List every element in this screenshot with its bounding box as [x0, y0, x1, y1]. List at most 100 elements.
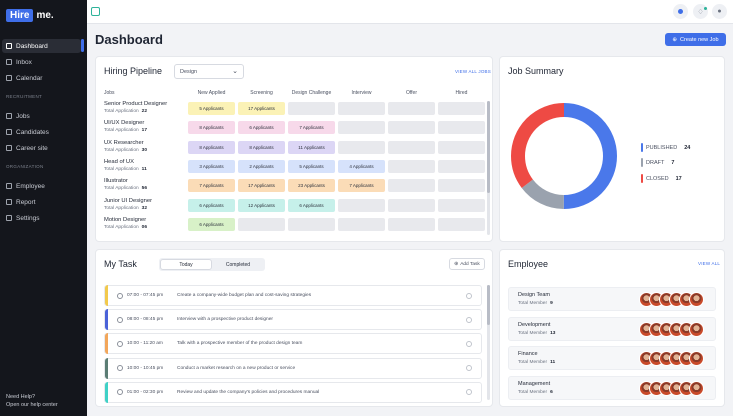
applicants-cell[interactable]: 23 Applicants: [288, 179, 335, 193]
logo[interactable]: Hire me.: [6, 9, 54, 22]
logo-box: Hire: [6, 9, 34, 22]
stage-header-new-applied: New Applied: [197, 90, 226, 96]
group-total-value: 6: [550, 389, 553, 395]
group-total-label: Total Member: [518, 389, 548, 395]
applicants-cell[interactable]: 6 Applicants: [188, 217, 235, 231]
globe-icon: [6, 145, 12, 151]
gear-icon: [6, 215, 12, 221]
sidebar-item-label: Employee: [16, 182, 45, 190]
notifications-button[interactable]: ♢: [693, 4, 708, 19]
applicants-cell[interactable]: 5 Applicants: [288, 159, 335, 173]
job-title: UX Researcher: [104, 139, 144, 146]
employee-view-all-link[interactable]: VIEW ALL: [698, 261, 720, 266]
task-item[interactable]: 07:00 - 07:45 pm Create a company-wide bu…: [104, 285, 482, 306]
empty-cell: [438, 121, 485, 135]
task-item[interactable]: 10:00 - 10:45 pm Conduct a market researc…: [104, 357, 482, 379]
create-job-button[interactable]: ⊕ Create new Job: [665, 33, 726, 46]
notification-dot: [704, 7, 707, 10]
job-row[interactable]: Motion Designer Total Application 06: [104, 217, 147, 230]
task-time: 01:00 - 02:30 pm: [127, 389, 164, 395]
group-total: Total Member 9: [518, 301, 553, 306]
avatar-stack: [639, 321, 704, 337]
task-item[interactable]: 10:00 - 11:20 am Talk with a prospective …: [104, 333, 482, 355]
applicants-cell[interactable]: 4 Applicants: [338, 159, 385, 173]
sidebar-item-employee[interactable]: Employee: [2, 179, 81, 193]
applicants-cell[interactable]: 8 Applicants: [188, 140, 235, 154]
job-summary-donut-chart: [511, 103, 617, 209]
applicants-cell[interactable]: 2 Applicants: [238, 159, 285, 173]
task-scrollbar-thumb[interactable]: [487, 285, 490, 325]
employee-group[interactable]: Development Total Member 13: [508, 316, 716, 341]
profile-button[interactable]: ●: [712, 4, 727, 19]
applicants-cell[interactable]: 7 Applicants: [338, 179, 385, 193]
employee-icon: [6, 183, 12, 189]
applicants-cell[interactable]: 6 Applicants: [288, 198, 335, 212]
sidebar-toggle-icon[interactable]: [91, 7, 100, 16]
job-row[interactable]: Head of UX Total Application 11: [104, 159, 147, 172]
stage-header-design-challenge: Design Challenge: [291, 90, 332, 96]
job-total: Total Application 56: [104, 186, 147, 191]
applicants-cell[interactable]: 6 Applicants: [188, 198, 235, 212]
sidebar-item-report[interactable]: Report: [2, 195, 81, 209]
sidebar-item-career-site[interactable]: Career site: [2, 141, 81, 155]
job-row[interactable]: Illustrator Total Application 56: [104, 178, 147, 191]
job-title: Senior Product Designer: [104, 101, 168, 107]
task-item[interactable]: 01:00 - 02:30 pm Review and update the co…: [104, 381, 482, 403]
applicants-cell[interactable]: 7 Applicants: [288, 121, 335, 135]
task-checkbox[interactable]: [466, 365, 472, 372]
sidebar-item-calendar[interactable]: Calendar: [2, 71, 81, 85]
pipeline-scrollbar-thumb[interactable]: [487, 101, 490, 193]
sidebar-item-dashboard[interactable]: Dashboard: [2, 39, 81, 53]
job-row[interactable]: UI/UX Designer Total Application 17: [104, 120, 147, 133]
applicants-cell[interactable]: 5 Applicants: [188, 102, 235, 115]
job-row[interactable]: Junior UI Designer Total Application 32: [104, 198, 152, 211]
group-name: Development: [518, 321, 551, 328]
group-total-value: 11: [550, 360, 556, 365]
sidebar-item-label: Report: [16, 198, 36, 206]
applicants-cell[interactable]: 17 Applicants: [238, 179, 285, 193]
empty-cell: [388, 159, 435, 173]
sidebar-item-label: Settings: [16, 214, 40, 222]
applicants-cell[interactable]: 17 Applicants: [238, 102, 285, 115]
job-row[interactable]: UX Researcher Total Application 30: [104, 140, 147, 153]
applicants-cell[interactable]: 7 Applicants: [188, 179, 235, 193]
employee-group[interactable]: Design Team Total Member 9: [508, 287, 716, 311]
applicants-cell[interactable]: 8 Applicants: [188, 121, 235, 135]
job-total-label: Total Application: [104, 224, 139, 230]
job-row[interactable]: Senior Product Designer Total Application…: [104, 101, 167, 114]
task-checkbox[interactable]: [466, 389, 472, 396]
report-icon: [6, 199, 12, 205]
clock-icon: [117, 365, 123, 372]
jobs-column-header: Jobs: [104, 90, 115, 96]
applicants-cell[interactable]: 8 Applicants: [238, 140, 285, 154]
applicants-cell[interactable]: 3 Applicants: [188, 159, 235, 173]
applicants-cell[interactable]: 12 Applicants: [238, 198, 285, 212]
job-total-value: 56: [141, 186, 148, 192]
legend-closed: CLOSED 17: [641, 174, 682, 183]
help-link[interactable]: Open our help center: [6, 401, 58, 409]
task-checkbox[interactable]: [466, 316, 472, 323]
job-total: Total Application 22: [104, 109, 167, 114]
employee-group[interactable]: Management Total Member 6: [508, 375, 716, 400]
avatar: [689, 351, 704, 366]
sidebar-item-candidates[interactable]: Candidates: [2, 125, 81, 139]
employee-group[interactable]: Finance Total Member 11: [508, 346, 716, 370]
users-icon: [6, 129, 12, 135]
sidebar-item-jobs[interactable]: Jobs: [2, 109, 81, 123]
sidebar-item-settings[interactable]: Settings: [2, 211, 81, 225]
applicants-cell[interactable]: 6 Applicants: [238, 121, 285, 135]
group-name: Finance: [518, 351, 538, 357]
task-checkbox[interactable]: [466, 340, 472, 347]
add-task-button[interactable]: ⊕ Add Task: [449, 258, 485, 270]
task-tabs: Today Completed: [159, 258, 265, 271]
tab-today[interactable]: Today: [160, 259, 212, 270]
group-total: Total Member 6: [518, 390, 553, 395]
applicants-cell[interactable]: 11 Applicants: [288, 140, 335, 154]
department-select[interactable]: Design ⌄: [174, 64, 244, 79]
view-all-jobs-link[interactable]: VIEW ALL JOBS: [455, 69, 491, 74]
tab-completed[interactable]: Completed: [212, 259, 264, 270]
status-button[interactable]: [673, 4, 688, 19]
sidebar-item-inbox[interactable]: Inbox: [2, 55, 81, 69]
task-checkbox[interactable]: [466, 292, 472, 299]
task-item[interactable]: 08:00 - 08:45 pm Interview with a prospec…: [104, 309, 482, 331]
